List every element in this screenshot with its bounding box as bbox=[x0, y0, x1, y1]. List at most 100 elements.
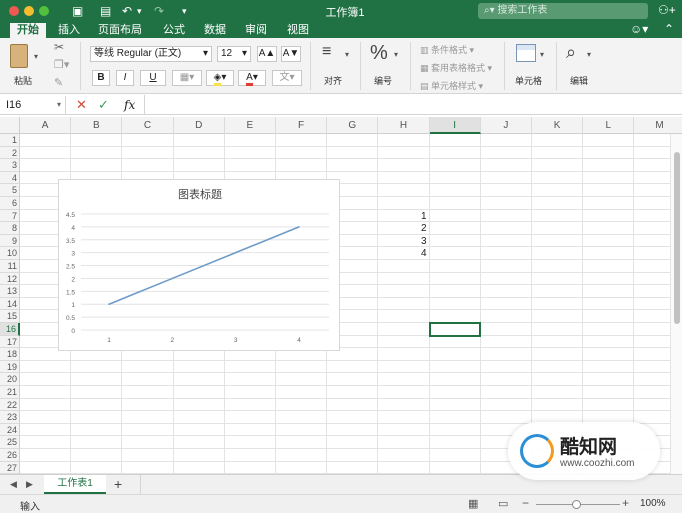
align-dropdown-icon[interactable]: ▾ bbox=[345, 50, 349, 59]
close-window-button[interactable] bbox=[9, 6, 19, 16]
row-header-9[interactable]: 9 bbox=[0, 234, 20, 248]
column-header-c[interactable]: C bbox=[122, 117, 174, 134]
customize-toolbar-icon[interactable]: ▾ bbox=[182, 3, 187, 19]
column-header-h[interactable]: H bbox=[378, 117, 430, 134]
copy-icon[interactable]: ❐▾ bbox=[54, 58, 69, 71]
tab-view[interactable]: 视图 bbox=[282, 23, 314, 38]
feedback-smiley-icon[interactable]: ☺▾ bbox=[630, 22, 648, 36]
row-header-10[interactable]: 10 bbox=[0, 247, 20, 260]
zoom-level[interactable]: 100% bbox=[640, 498, 666, 509]
sidebar-toggle-icon[interactable]: ▣ bbox=[72, 3, 83, 19]
row-header-26[interactable]: 26 bbox=[0, 449, 20, 462]
zoom-out-icon[interactable]: − bbox=[522, 496, 529, 510]
row-header-7[interactable]: 7 bbox=[0, 209, 20, 223]
row-header-17[interactable]: 17 bbox=[0, 335, 20, 349]
cancel-entry-icon[interactable]: ✕ bbox=[76, 97, 87, 113]
normal-view-icon[interactable]: ▦ bbox=[468, 497, 478, 510]
tab-formulas[interactable]: 公式 bbox=[158, 23, 190, 38]
tab-data[interactable]: 数据 bbox=[199, 23, 231, 38]
tab-page-layout[interactable]: 页面布局 bbox=[94, 23, 146, 38]
row-header-2[interactable]: 2 bbox=[0, 146, 20, 160]
font-name-select[interactable]: 等线 Regular (正文) ▾ bbox=[90, 46, 212, 62]
column-header-f[interactable]: F bbox=[276, 117, 328, 134]
column-header-g[interactable]: G bbox=[327, 117, 379, 134]
tab-review[interactable]: 审阅 bbox=[240, 23, 272, 38]
save-icon[interactable]: ▤ bbox=[100, 3, 111, 19]
column-header-a[interactable]: A bbox=[20, 117, 72, 134]
tab-insert[interactable]: 插入 bbox=[53, 23, 85, 38]
worksheet-grid[interactable]: A B C D E F G H I J K L M 1 2 3 4 5 6 7 8 9 10 11 12 13 14 15 16 17 18… bbox=[0, 117, 682, 474]
format-painter-icon[interactable]: ✎ bbox=[54, 76, 63, 89]
magnifier-icon[interactable]: ⌕ bbox=[566, 42, 576, 62]
row-header-11[interactable]: 11 bbox=[0, 260, 20, 273]
column-header-j[interactable]: J bbox=[480, 117, 532, 134]
cell-styles-button[interactable]: ▤ 单元格样式 ▾ bbox=[420, 79, 483, 92]
row-header-12[interactable]: 12 bbox=[0, 272, 20, 286]
insert-function-button[interactable]: fx bbox=[124, 97, 135, 113]
row-header-21[interactable]: 21 bbox=[0, 386, 20, 399]
row-header-23[interactable]: 23 bbox=[0, 411, 20, 424]
add-sheet-button[interactable]: + bbox=[114, 476, 122, 492]
column-header-l[interactable]: L bbox=[583, 117, 635, 134]
cell-value[interactable]: 1 bbox=[378, 210, 427, 223]
underline-button[interactable]: U bbox=[140, 70, 166, 86]
zoom-window-button[interactable] bbox=[39, 6, 49, 16]
confirm-entry-icon[interactable]: ✓ bbox=[98, 97, 109, 113]
row-header-3[interactable]: 3 bbox=[0, 159, 20, 172]
name-box[interactable]: I16 ▾ bbox=[0, 96, 66, 114]
page-layout-view-icon[interactable]: ▭ bbox=[498, 497, 508, 510]
tab-home[interactable]: 开始 bbox=[10, 23, 46, 38]
row-header-25[interactable]: 25 bbox=[0, 436, 20, 449]
italic-button[interactable]: I bbox=[116, 70, 134, 86]
share-icon[interactable]: ⚇+ bbox=[658, 3, 676, 17]
zoom-in-icon[interactable]: + bbox=[622, 496, 629, 510]
row-header-14[interactable]: 14 bbox=[0, 297, 20, 311]
row-header-4[interactable]: 4 bbox=[0, 171, 20, 185]
redo-icon[interactable]: ↷ bbox=[154, 3, 164, 19]
row-header-20[interactable]: 20 bbox=[0, 373, 20, 386]
zoom-slider-knob[interactable] bbox=[572, 500, 581, 509]
next-sheet-icon[interactable]: ▶ bbox=[26, 479, 33, 490]
paste-dropdown-icon[interactable]: ▾ bbox=[34, 52, 38, 61]
number-dropdown-icon[interactable]: ▾ bbox=[394, 50, 398, 59]
shrink-font-button[interactable]: A▼ bbox=[281, 46, 301, 62]
row-header-27[interactable]: 27 bbox=[0, 461, 20, 474]
row-header-22[interactable]: 22 bbox=[0, 398, 20, 412]
edit-dropdown-icon[interactable]: ▾ bbox=[587, 50, 591, 59]
cell-value[interactable]: 4 bbox=[378, 247, 427, 260]
align-icon[interactable]: ≡ bbox=[322, 44, 344, 64]
font-size-select[interactable]: 12 ▾ bbox=[217, 46, 251, 62]
cells-dropdown-icon[interactable]: ▾ bbox=[540, 50, 544, 59]
cell-value[interactable]: 3 bbox=[378, 235, 427, 248]
row-header-1[interactable]: 1 bbox=[0, 134, 20, 147]
row-header-18[interactable]: 18 bbox=[0, 348, 20, 361]
column-header-m[interactable]: M bbox=[634, 117, 682, 134]
vertical-scrollbar[interactable] bbox=[670, 134, 682, 474]
scroll-thumb[interactable] bbox=[674, 152, 680, 324]
grow-font-button[interactable]: A▲ bbox=[257, 46, 277, 62]
row-header-24[interactable]: 24 bbox=[0, 423, 20, 437]
font-color-button[interactable]: A▾ bbox=[238, 70, 266, 86]
cells-icon[interactable] bbox=[516, 44, 536, 62]
borders-button[interactable]: ▦▾ bbox=[172, 70, 202, 86]
selected-cell[interactable] bbox=[428, 322, 481, 337]
formula-input[interactable] bbox=[144, 95, 682, 114]
column-header-b[interactable]: B bbox=[71, 117, 123, 134]
undo-icon[interactable]: ↶ bbox=[122, 3, 132, 19]
row-header-16[interactable]: 16 bbox=[0, 323, 20, 336]
phonetic-button[interactable]: 文▾ bbox=[272, 70, 302, 86]
fill-color-button[interactable]: ◈▾ bbox=[206, 70, 234, 86]
minimize-window-button[interactable] bbox=[24, 6, 34, 16]
row-header-15[interactable]: 15 bbox=[0, 310, 20, 323]
zoom-slider[interactable] bbox=[536, 500, 620, 509]
sheet-tab[interactable]: 工作表1 bbox=[44, 475, 106, 494]
row-header-6[interactable]: 6 bbox=[0, 197, 20, 210]
cell-value[interactable]: 2 bbox=[378, 222, 427, 235]
collapse-ribbon-icon[interactable]: ⌃ bbox=[664, 22, 674, 36]
conditional-format-button[interactable]: ▥ 条件格式 ▾ bbox=[420, 43, 474, 56]
clipboard-icon[interactable] bbox=[10, 44, 28, 68]
number-format-icon[interactable]: % bbox=[370, 43, 388, 63]
row-header-8[interactable]: 8 bbox=[0, 222, 20, 235]
undo-dropdown-icon[interactable]: ▾ bbox=[137, 3, 142, 19]
bold-button[interactable]: B bbox=[92, 70, 110, 86]
